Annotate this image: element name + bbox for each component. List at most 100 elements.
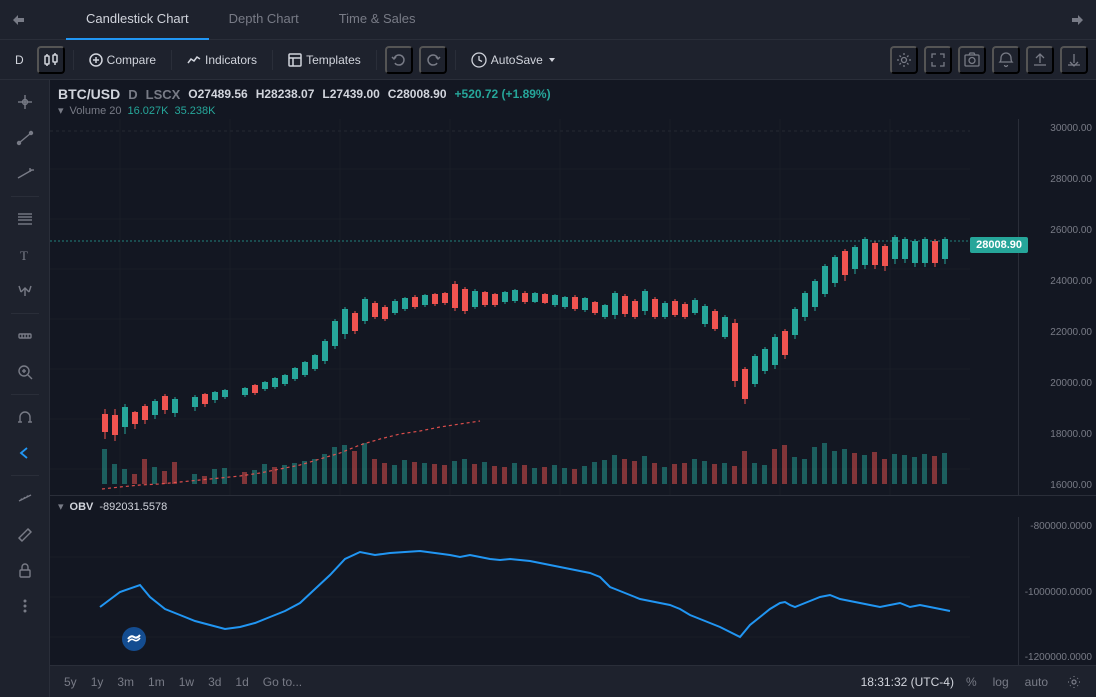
fullscreen-button[interactable]	[924, 46, 952, 74]
obv-tick: -1200000.0000	[1023, 652, 1092, 663]
series-type-button[interactable]	[37, 46, 65, 74]
price-axis: 30000.00 28000.00 26000.00 24000.00 2200…	[1018, 119, 1096, 495]
ohlc-open: O27489.56	[188, 87, 247, 101]
redo-button[interactable]	[419, 46, 447, 74]
timerange-1y[interactable]: 1y	[85, 673, 110, 691]
symbol-name: BTC/USD	[58, 86, 120, 102]
price-tick: 30000.00	[1023, 123, 1092, 134]
sep5	[455, 50, 456, 70]
exchange-label: LSCX	[146, 87, 181, 102]
time-range-buttons: 5y 1y 3m 1m 1w 3d 1d Go to...	[58, 673, 308, 691]
tab-time-sales[interactable]: Time & Sales	[319, 0, 436, 40]
timerange-1d[interactable]: 1d	[229, 673, 254, 691]
price-tick: 20000.00	[1023, 378, 1092, 389]
candle-chart-wrapper: 14 2023 14 Feb 14 Mar 14 Apr 30000.00 28…	[50, 119, 1096, 495]
download-button[interactable]	[1060, 46, 1088, 74]
pencil-tool[interactable]	[9, 518, 41, 550]
obv-section: ▾ OBV -892031.5578	[50, 495, 1096, 665]
tabs-left: Candlestick Chart Depth Chart Time & Sal…	[10, 0, 436, 40]
timerange-5y[interactable]: 5y	[58, 673, 83, 691]
sep-lt1	[11, 196, 39, 197]
tab-candlestick[interactable]: Candlestick Chart	[66, 0, 209, 40]
ohlc-change: +520.72 (+1.89%)	[455, 87, 551, 101]
bottom-right: 18:31:32 (UTC-4) % log auto	[861, 668, 1088, 696]
trend-tool[interactable]	[9, 158, 41, 190]
obv-header: ▾ OBV -892031.5578	[50, 496, 1096, 517]
obv-chevron[interactable]: ▾	[58, 500, 64, 513]
chart-toolbar: D Compare Indicators Templates AutoSave	[0, 40, 1096, 80]
auto-toggle[interactable]: auto	[1021, 673, 1052, 691]
symbol-row: BTC/USD D LSCX O27489.56 H28238.07 L2743…	[58, 86, 1088, 102]
obv-label: OBV	[70, 501, 94, 513]
fib-tool[interactable]	[9, 203, 41, 235]
ohlc-high: H28238.07	[256, 87, 315, 101]
ohlc-data: O27489.56 H28238.07 L27439.00 C28008.90 …	[188, 87, 550, 101]
percent-toggle[interactable]: %	[962, 673, 981, 691]
volume-row: ▾ Volume 20 16.027K 35.238K	[58, 104, 1088, 117]
current-price-badge: 28008.90	[970, 237, 1028, 253]
screenshot-button[interactable]	[958, 46, 986, 74]
bottom-bar: 5y 1y 3m 1m 1w 3d 1d Go to... 18:31:32 (…	[50, 665, 1096, 697]
goto-button[interactable]: Go to...	[257, 673, 308, 691]
price-tick: 22000.00	[1023, 327, 1092, 338]
obv-value: -892031.5578	[99, 501, 167, 513]
main-area: T	[0, 80, 1096, 697]
price-tick: 26000.00	[1023, 225, 1092, 236]
alert-button[interactable]	[992, 46, 1020, 74]
volume-val2: 35.238K	[175, 105, 216, 117]
ohlc-close: C28008.90	[388, 87, 447, 101]
back-tool[interactable]	[9, 437, 41, 469]
ruler-tool[interactable]	[9, 482, 41, 514]
magnet-tool[interactable]	[9, 401, 41, 433]
obv-chart-row: -800000.0000 -1000000.0000 -1200000.0000	[50, 517, 1096, 667]
left-toolbar: T	[0, 80, 50, 697]
more-tool[interactable]	[9, 590, 41, 622]
obv-price-axis: -800000.0000 -1000000.0000 -1200000.0000	[1018, 517, 1096, 667]
obv-tick: -800000.0000	[1023, 521, 1092, 532]
price-tick: 16000.00	[1023, 480, 1092, 491]
price-tick: 24000.00	[1023, 276, 1092, 287]
settings-button[interactable]	[890, 46, 918, 74]
obv-chart-svg[interactable]	[50, 517, 1018, 667]
timerange-1m[interactable]: 1m	[142, 673, 171, 691]
current-time: 18:31:32 (UTC-4)	[861, 675, 954, 689]
undo-button[interactable]	[385, 46, 413, 74]
crosshair-tool[interactable]	[9, 86, 41, 118]
price-tick: 18000.00	[1023, 429, 1092, 440]
timerange-1w[interactable]: 1w	[173, 673, 200, 691]
text-tool[interactable]: T	[9, 239, 41, 271]
volume-val1: 16.027K	[128, 105, 169, 117]
tab-depth[interactable]: Depth Chart	[209, 0, 319, 40]
timerange-3d[interactable]: 3d	[202, 673, 227, 691]
autosave-button[interactable]: AutoSave	[464, 49, 564, 71]
lock-tool[interactable]	[9, 554, 41, 586]
line-tool[interactable]	[9, 122, 41, 154]
chart-header: BTC/USD D LSCX O27489.56 H28238.07 L2743…	[50, 80, 1096, 119]
sep-lt4	[11, 475, 39, 476]
ohlc-low: L27439.00	[322, 87, 379, 101]
indicators-button[interactable]: Indicators	[180, 50, 264, 70]
sep1	[73, 50, 74, 70]
volume-chevron[interactable]: ▾	[58, 104, 64, 117]
candle-chart-svg[interactable]: 14 2023 14 Feb 14 Mar 14 Apr	[50, 119, 1018, 495]
sep4	[376, 50, 377, 70]
sep2	[171, 50, 172, 70]
timeframe-button[interactable]: D	[8, 50, 31, 70]
compare-button[interactable]: Compare	[82, 50, 163, 70]
zoom-tool[interactable]	[9, 356, 41, 388]
collapse-left-icon[interactable]	[10, 12, 26, 28]
templates-button[interactable]: Templates	[281, 50, 368, 70]
measure-tool[interactable]	[9, 320, 41, 352]
price-tick: 28000.00	[1023, 174, 1092, 185]
top-tabs-bar: Candlestick Chart Depth Chart Time & Sal…	[0, 0, 1096, 40]
log-toggle[interactable]: log	[989, 673, 1013, 691]
sep-lt3	[11, 394, 39, 395]
upload-button[interactable]	[1026, 46, 1054, 74]
chart-area: BTC/USD D LSCX O27489.56 H28238.07 L2743…	[50, 80, 1096, 697]
svg-text:T: T	[20, 248, 28, 263]
timerange-3m[interactable]: 3m	[111, 673, 140, 691]
pitchfork-tool[interactable]	[9, 275, 41, 307]
obv-tick: -1000000.0000	[1023, 587, 1092, 598]
collapse-right-icon[interactable]	[1070, 12, 1086, 28]
bottom-settings-button[interactable]	[1060, 668, 1088, 696]
